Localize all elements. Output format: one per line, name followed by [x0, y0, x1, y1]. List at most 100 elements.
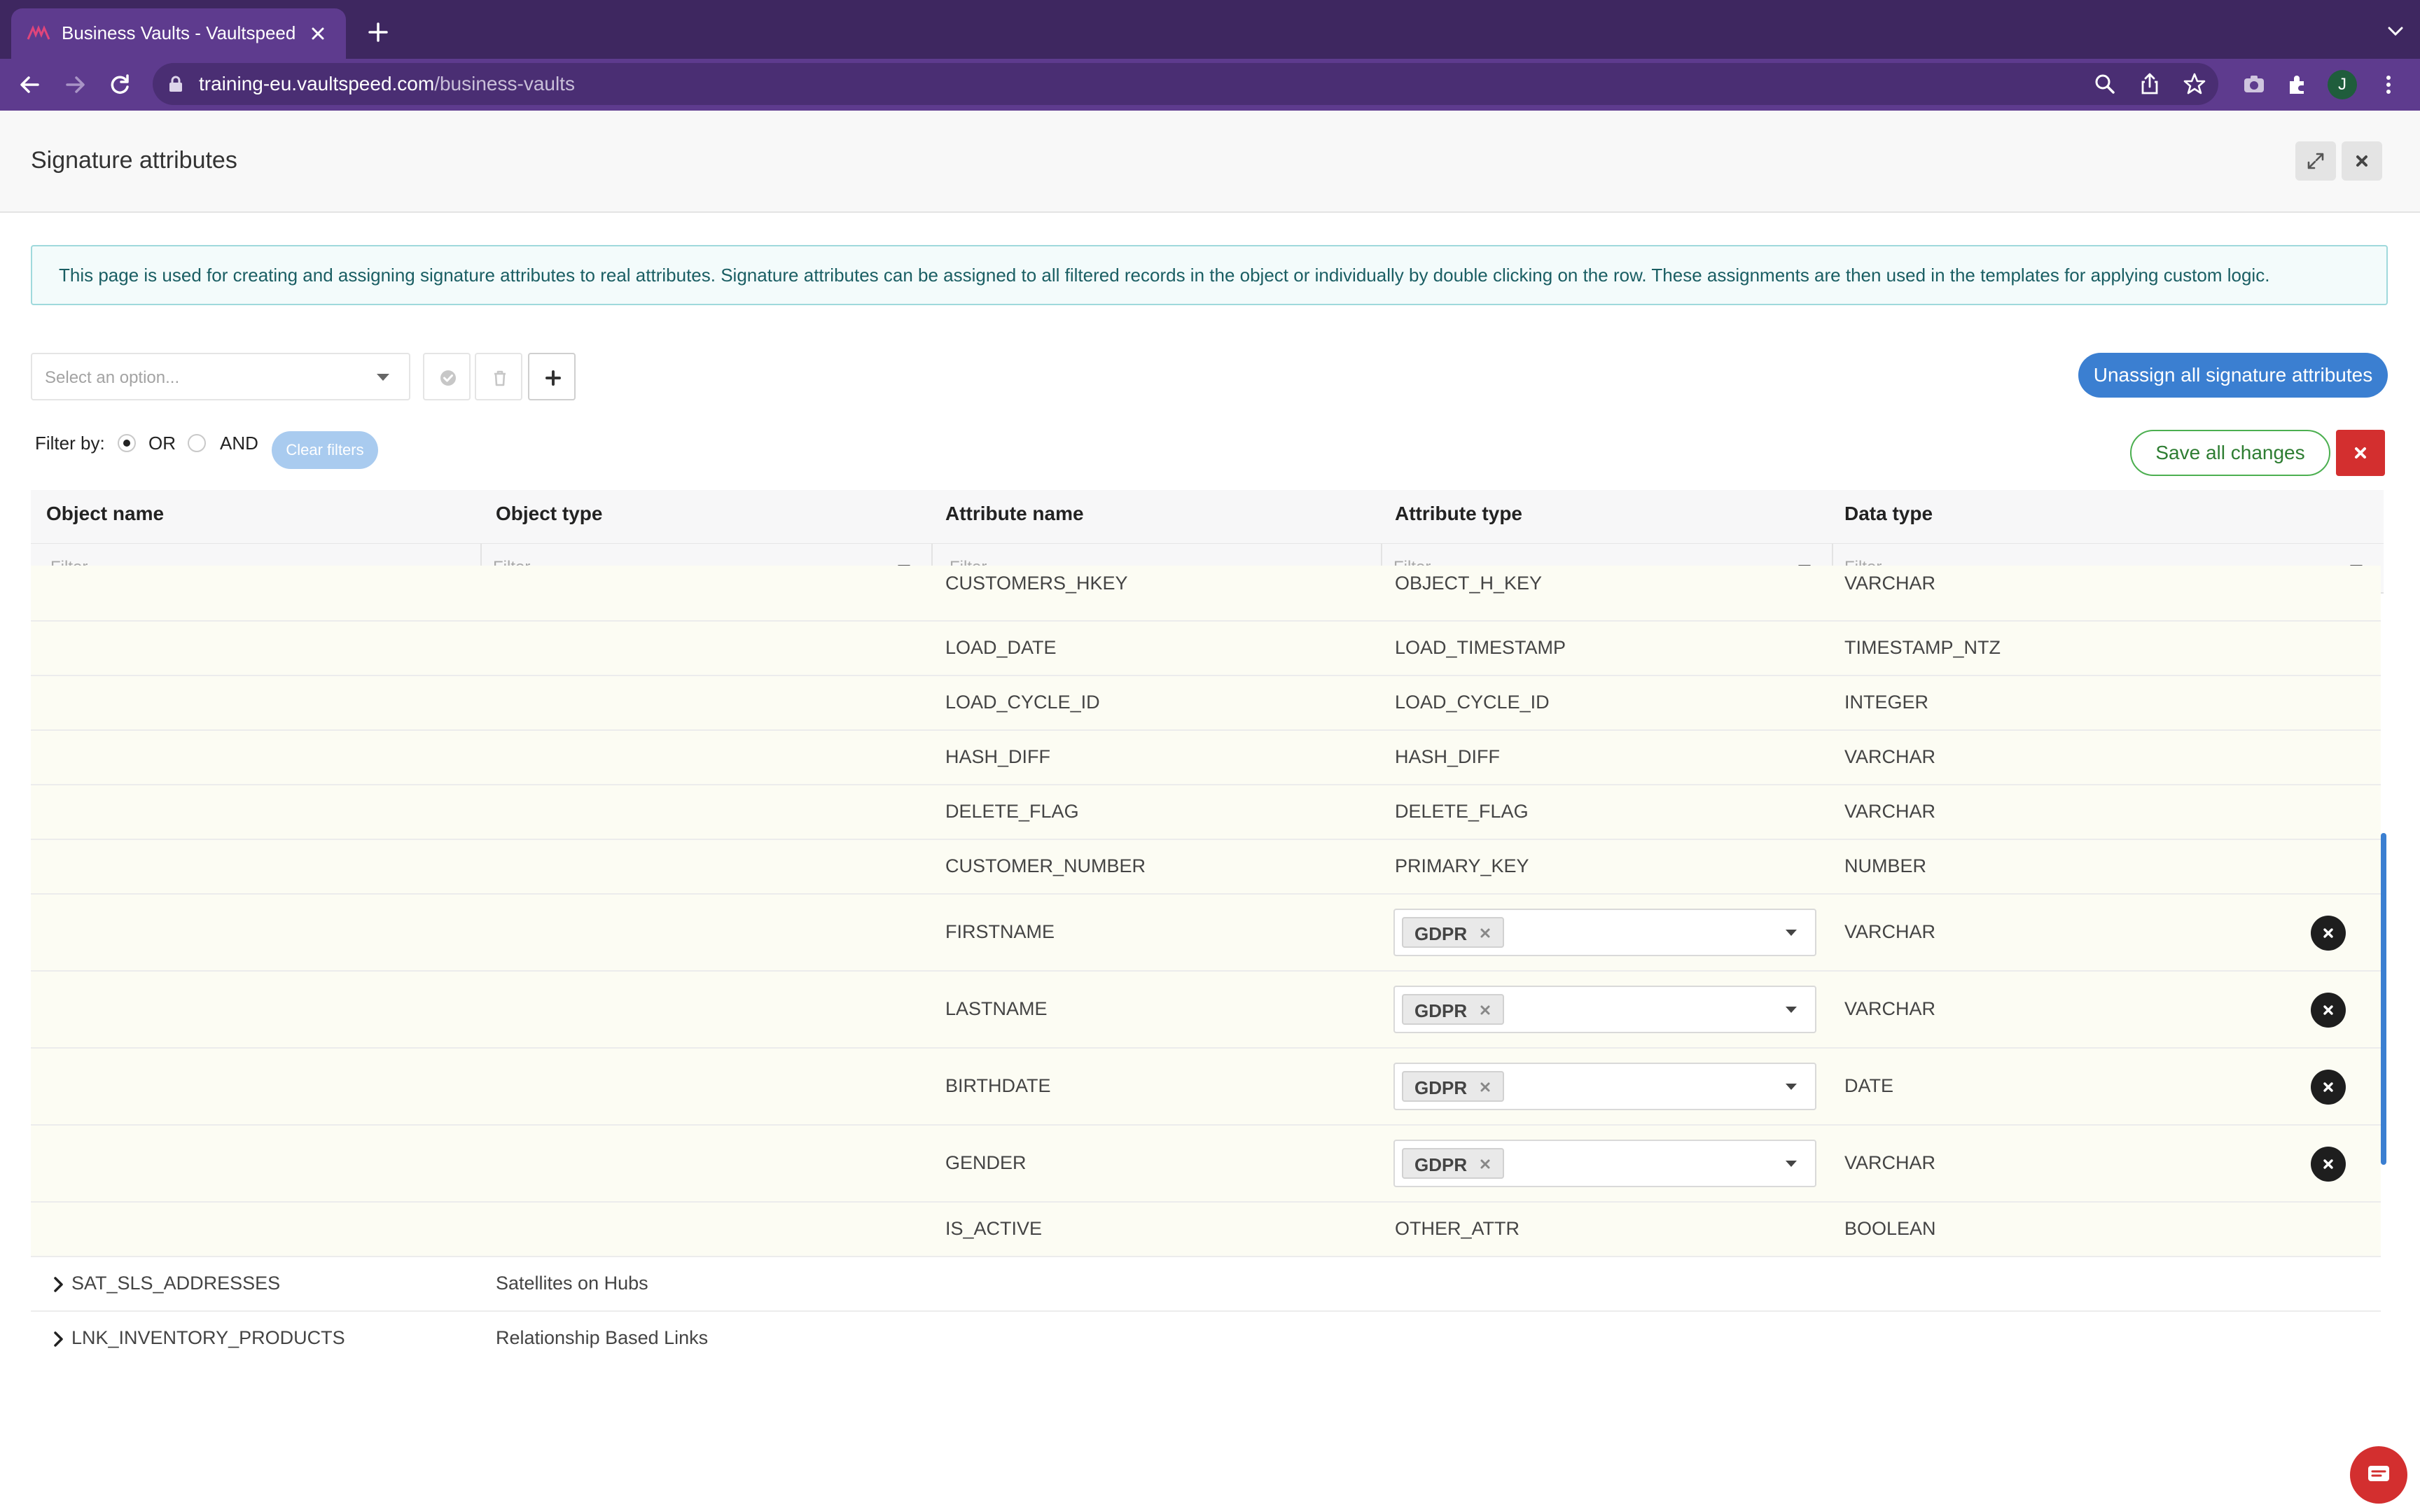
data-type-cell: INTEGER — [1844, 692, 1929, 713]
column-header-object-type[interactable]: Object type — [496, 503, 602, 525]
trash-icon — [494, 370, 506, 386]
group-row[interactable]: LNK_INVENTORY_PRODUCTS Relationship Base… — [31, 1312, 2381, 1358]
group-row[interactable]: SAT_SLS_ADDRESSES Satellites on Hubs — [31, 1257, 2381, 1312]
attribute-type-cell: LOAD_TIMESTAMP — [1395, 637, 1566, 658]
back-icon[interactable] — [14, 69, 46, 101]
chevron-down-icon[interactable] — [1786, 930, 1797, 936]
remove-assignment-button[interactable] — [2311, 1070, 2346, 1105]
signature-tag: GDPR — [1402, 917, 1504, 948]
unassign-all-button[interactable]: Unassign all signature attributes — [2078, 353, 2388, 398]
attribute-name-cell: LOAD_CYCLE_ID — [945, 692, 1100, 713]
column-header-object-name[interactable]: Object name — [46, 503, 164, 525]
vaultspeed-favicon-icon — [27, 25, 50, 40]
table-row[interactable]: LOAD_CYCLE_ID LOAD_CYCLE_ID INTEGER — [31, 676, 2381, 731]
signature-tag-select[interactable]: GDPR — [1393, 1063, 1816, 1110]
table-row-editing[interactable]: FIRSTNAME GDPR VARCHAR — [31, 895, 2381, 972]
attribute-type-cell: PRIMARY_KEY — [1395, 855, 1529, 876]
screenshot-extension-icon[interactable] — [2241, 71, 2267, 98]
confirm-signature-button[interactable] — [423, 353, 471, 400]
expand-icon — [2307, 153, 2324, 169]
close-icon — [2355, 447, 2366, 458]
close-tab-icon[interactable] — [302, 18, 333, 49]
modal-title: Signature attributes — [31, 147, 237, 174]
object-name-cell: SAT_SLS_ADDRESSES — [71, 1273, 281, 1294]
table-row[interactable]: DELETE_FLAG DELETE_FLAG VARCHAR — [31, 785, 2381, 840]
data-type-cell: VARCHAR — [1844, 921, 1936, 942]
attribute-name-cell: DELETE_FLAG — [945, 801, 1079, 822]
remove-assignment-button[interactable] — [2311, 916, 2346, 951]
signature-tag-select[interactable]: GDPR — [1393, 1140, 1816, 1187]
remove-assignment-button[interactable] — [2311, 993, 2346, 1028]
attribute-type-cell: DELETE_FLAG — [1395, 801, 1529, 822]
bookmark-star-icon[interactable] — [2182, 71, 2207, 97]
data-type-cell: DATE — [1844, 1075, 1894, 1096]
table-row-editing[interactable]: BIRTHDATE GDPR DATE — [31, 1049, 2381, 1126]
table-row[interactable]: HASH_DIFF HASH_DIFF VARCHAR — [31, 731, 2381, 785]
signature-attribute-select[interactable]: Select an option... — [31, 353, 410, 400]
signature-attributes-grid: Object name Object type Attribute name A… — [31, 490, 2384, 1358]
remove-tag-icon[interactable] — [1479, 1158, 1491, 1170]
delete-signature-button[interactable] — [475, 353, 522, 400]
profile-avatar[interactable]: J — [2328, 70, 2357, 99]
data-type-cell: VARCHAR — [1844, 1152, 1936, 1173]
support-chat-button[interactable] — [2350, 1446, 2407, 1504]
filter-and-label[interactable]: AND — [220, 433, 258, 454]
forward-icon[interactable] — [59, 69, 91, 101]
signature-tag-select[interactable]: GDPR — [1393, 986, 1816, 1033]
data-type-cell: VARCHAR — [1844, 801, 1936, 822]
filter-and-radio[interactable] — [188, 434, 206, 452]
table-row[interactable]: CUSTOMER_NUMBER PRIMARY_KEY NUMBER — [31, 840, 2381, 895]
lock-icon[interactable] — [168, 76, 183, 92]
address-bar[interactable]: training-eu.vaultspeed.com/business-vaul… — [153, 63, 2218, 105]
add-signature-button[interactable] — [528, 353, 576, 400]
share-icon[interactable] — [2137, 71, 2162, 97]
extensions-puzzle-icon[interactable] — [2284, 71, 2311, 98]
data-type-cell: NUMBER — [1844, 855, 1927, 876]
table-row-editing[interactable]: GENDER GDPR VARCHAR — [31, 1126, 2381, 1203]
table-row[interactable]: IS_ACTIVE OTHER_ATTR BOOLEAN — [31, 1203, 2381, 1257]
filter-or-radio[interactable] — [118, 434, 136, 452]
tab-search-chevron-icon[interactable] — [2385, 21, 2406, 42]
new-tab-icon[interactable] — [363, 17, 394, 48]
select-placeholder: Select an option... — [45, 368, 180, 387]
chevron-right-icon[interactable] — [52, 1275, 66, 1294]
column-header-attribute-type[interactable]: Attribute type — [1395, 503, 1522, 525]
attribute-name-cell: LASTNAME — [945, 998, 1048, 1019]
column-header-attribute-name[interactable]: Attribute name — [945, 503, 1084, 525]
tab-title: Business Vaults - Vaultspeed — [62, 22, 296, 43]
attribute-name-cell: BIRTHDATE — [945, 1075, 1051, 1096]
save-all-changes-button[interactable]: Save all changes — [2130, 430, 2330, 476]
close-modal-button[interactable] — [2342, 141, 2382, 181]
table-row[interactable]: LOAD_DATE LOAD_TIMESTAMP TIMESTAMP_NTZ — [31, 622, 2381, 676]
browser-tab[interactable]: Business Vaults - Vaultspeed — [11, 8, 346, 59]
attribute-type-cell: OBJECT_H_KEY — [1395, 573, 1543, 594]
column-header-data-type[interactable]: Data type — [1844, 503, 1933, 525]
signature-tag-select[interactable]: GDPR — [1393, 909, 1816, 956]
zoom-icon[interactable] — [2092, 71, 2118, 97]
browser-menu-icon[interactable] — [2375, 71, 2402, 98]
data-type-cell: TIMESTAMP_NTZ — [1844, 637, 2001, 658]
remove-tag-icon[interactable] — [1479, 927, 1491, 939]
chevron-down-icon[interactable] — [1786, 1161, 1797, 1167]
attribute-name-cell: IS_ACTIVE — [945, 1218, 1043, 1239]
table-row-editing[interactable]: LASTNAME GDPR VARCHAR — [31, 972, 2381, 1049]
attribute-type-cell: OTHER_ATTR — [1395, 1218, 1520, 1239]
chevron-down-icon[interactable] — [1786, 1007, 1797, 1013]
attribute-name-cell: CUSTOMER_NUMBER — [945, 855, 1146, 876]
attribute-type-cell: LOAD_CYCLE_ID — [1395, 692, 1550, 713]
discard-changes-button[interactable] — [2336, 430, 2385, 476]
grid-scrollbar[interactable] — [2381, 833, 2386, 1165]
remove-tag-icon[interactable] — [1479, 1081, 1491, 1093]
reload-icon[interactable] — [104, 69, 136, 101]
remove-assignment-button[interactable] — [2311, 1147, 2346, 1182]
table-row[interactable]: CUSTOMERS_HKEY OBJECT_H_KEY VARCHAR — [31, 566, 2381, 622]
filter-or-label[interactable]: OR — [148, 433, 176, 454]
chevron-down-icon[interactable] — [1786, 1084, 1797, 1090]
chevron-down-icon — [377, 374, 389, 381]
clear-filters-button[interactable]: Clear filters — [272, 431, 378, 469]
chevron-right-icon[interactable] — [52, 1330, 66, 1348]
remove-tag-icon[interactable] — [1479, 1004, 1491, 1016]
url-text[interactable]: training-eu.vaultspeed.com/business-vaul… — [199, 73, 575, 95]
info-text: This page is used for creating and assig… — [59, 265, 2270, 286]
maximize-button[interactable] — [2295, 141, 2336, 181]
